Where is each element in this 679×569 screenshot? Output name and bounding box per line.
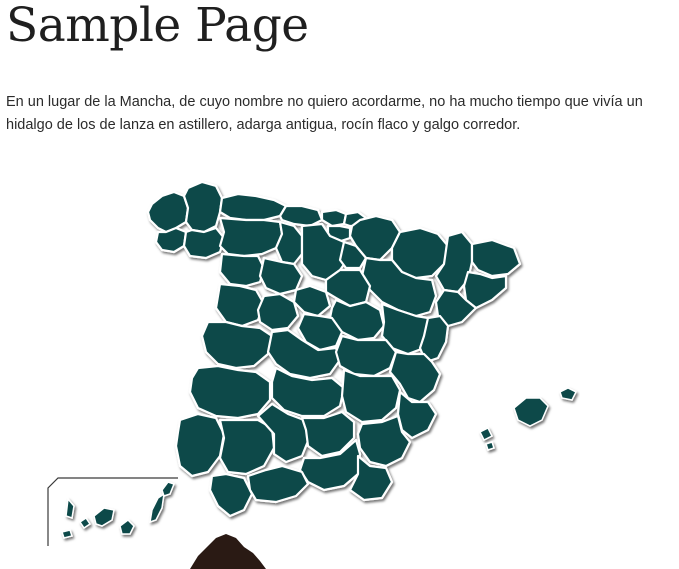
province-huelva[interactable]: [174, 412, 226, 478]
province-sevilla[interactable]: [218, 418, 276, 476]
province-avila[interactable]: [256, 292, 300, 332]
province-asturias[interactable]: [218, 192, 288, 222]
page: Sample Page En un lugar de la Mancha, de…: [0, 0, 679, 569]
province-segovia[interactable]: [292, 284, 332, 318]
province-lugo[interactable]: [182, 180, 224, 234]
intro-paragraph: En un lugar de la Mancha, de cuyo nombre…: [6, 94, 643, 133]
africa-coast: [190, 534, 266, 569]
provinces-group: [146, 180, 522, 518]
province-cadiz[interactable]: [208, 472, 254, 518]
map-svg: [47, 180, 578, 569]
province-soria[interactable]: [324, 268, 372, 308]
canary-islands-group: [61, 481, 175, 539]
province-caceres[interactable]: [200, 320, 274, 370]
island-fuerteventura[interactable]: [149, 492, 165, 524]
island-mallorca[interactable]: [513, 397, 549, 427]
province-leon[interactable]: [218, 216, 284, 258]
province-badajoz[interactable]: [188, 364, 272, 420]
province-girona[interactable]: [470, 238, 522, 278]
island-la-palma[interactable]: [65, 497, 75, 519]
balearic-islands-group: [478, 387, 578, 451]
province-albacete[interactable]: [340, 368, 402, 424]
island-menorca[interactable]: [559, 387, 578, 401]
spain-province-map: [40, 176, 580, 569]
province-a-coruna[interactable]: [146, 190, 190, 234]
island-formentera[interactable]: [485, 441, 495, 451]
province-salamanca[interactable]: [214, 282, 266, 328]
province-zamora[interactable]: [218, 252, 266, 288]
province-ourense[interactable]: [182, 226, 226, 260]
province-malaga[interactable]: [246, 464, 310, 504]
island-el-hierro[interactable]: [61, 529, 73, 539]
island-la-gomera[interactable]: [78, 516, 92, 530]
island-lanzarote[interactable]: [161, 481, 175, 497]
page-title: Sample Page: [6, 0, 309, 53]
province-pontevedra[interactable]: [154, 226, 188, 254]
province-vizcaya[interactable]: [320, 208, 348, 228]
island-gran-canaria[interactable]: [119, 519, 135, 535]
island-tenerife[interactable]: [93, 507, 115, 527]
island-ibiza[interactable]: [478, 426, 494, 442]
